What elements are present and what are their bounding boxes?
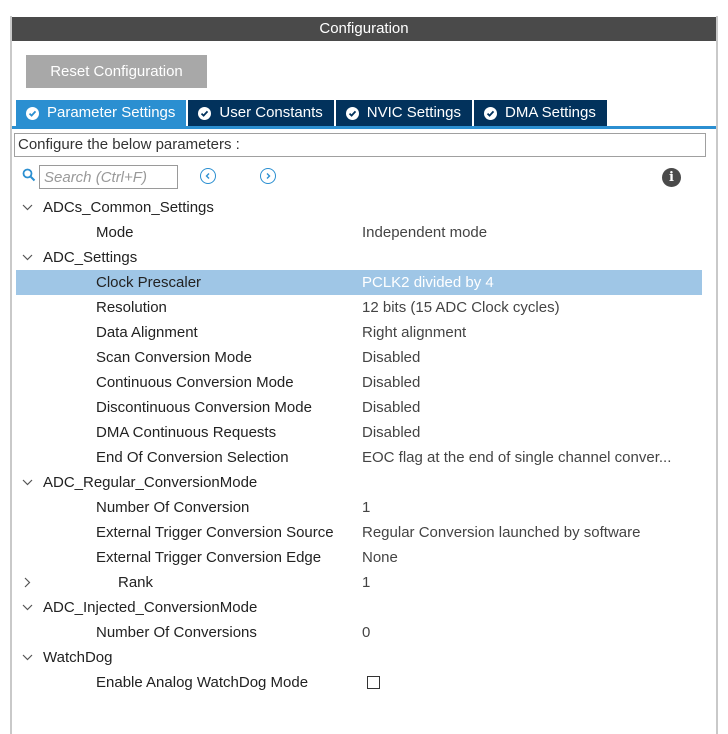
tab-user-constants[interactable]: User Constants [188,100,334,126]
param-row-clock-prescaler[interactable]: Clock Prescaler PCLK2 divided by 4 [16,270,702,295]
group-label: ADC_Injected_ConversionMode [43,599,258,616]
tab-underline [12,126,716,129]
param-name: Number Of Conversion [96,499,250,516]
check-circle-icon [26,106,39,120]
chevron-down-icon[interactable] [20,245,34,270]
param-name: Scan Conversion Mode [96,349,252,366]
info-icon[interactable]: i [662,168,681,187]
param-value[interactable]: Regular Conversion launched by software [362,520,641,545]
chevron-left-circle-icon[interactable] [200,168,216,184]
chevron-down-icon[interactable] [20,645,34,670]
description-field: Configure the below parameters : [14,133,706,157]
param-name: Discontinuous Conversion Mode [96,399,312,416]
group-row-adc-regular-conversionmode[interactable]: ADC_Regular_ConversionMode [16,470,702,495]
param-row-number-of-conversion[interactable]: Number Of Conversion 1 [16,495,702,520]
check-circle-icon [198,106,212,120]
param-name: Data Alignment [96,324,198,341]
group-row-watchdog[interactable]: WatchDog [16,645,702,670]
tab-label: DMA Settings [505,104,596,121]
panel-title: Configuration [12,17,716,41]
param-row-rank[interactable]: Rank 1 [16,570,702,595]
param-value[interactable]: Disabled [362,420,420,445]
group-row-adcs-common-settings[interactable]: ADCs_Common_Settings [16,195,702,220]
param-row-discontinuous-conversion-mode[interactable]: Discontinuous Conversion Mode Disabled [16,395,702,420]
search-icon[interactable] [22,168,36,187]
group-label: ADC_Settings [43,249,138,266]
param-value[interactable]: 1 [362,570,370,595]
tab-nvic-settings[interactable]: NVIC Settings [335,100,472,126]
tab-label: NVIC Settings [366,104,461,121]
param-value[interactable]: 1 [362,495,370,520]
param-value[interactable]: Disabled [362,345,420,370]
search-input[interactable] [39,165,178,189]
check-circle-icon [345,106,359,120]
group-label: WatchDog [43,649,113,666]
chevron-down-icon[interactable] [20,470,34,495]
chevron-right-circle-icon[interactable] [260,168,276,184]
param-name: External Trigger Conversion Edge [96,549,322,566]
param-row-number-of-conversions[interactable]: Number Of Conversions 0 [16,620,702,645]
param-name: DMA Continuous Requests [96,424,277,441]
chevron-right-icon[interactable] [20,570,34,595]
param-value[interactable]: PCLK2 divided by 4 [362,270,494,295]
param-name: Continuous Conversion Mode [96,374,294,391]
tab-label: Parameter Settings [47,104,176,121]
param-row-data-alignment[interactable]: Data Alignment Right alignment [16,320,702,345]
chevron-down-icon[interactable] [20,595,34,620]
param-row-dma-continuous-requests[interactable]: DMA Continuous Requests Disabled [16,420,702,445]
chevron-down-icon[interactable] [20,195,34,220]
param-name: Rank [118,574,154,591]
param-name: Clock Prescaler [96,274,202,291]
group-label: ADC_Regular_ConversionMode [43,474,258,491]
param-row-external-trigger-conversion-source[interactable]: External Trigger Conversion Source Regul… [16,520,702,545]
param-row-scan-conversion-mode[interactable]: Scan Conversion Mode Disabled [16,345,702,370]
group-label: ADCs_Common_Settings [43,199,214,216]
group-row-adc-settings[interactable]: ADC_Settings [16,245,702,270]
param-value[interactable]: None [362,545,398,570]
param-value[interactable]: Disabled [362,395,420,420]
param-row-enable-analog-watchdog-mode[interactable]: Enable Analog WatchDog Mode [16,670,702,695]
param-row-mode[interactable]: Mode Independent mode [16,220,702,245]
param-name: Enable Analog WatchDog Mode [96,674,309,691]
param-value[interactable]: EOC flag at the end of single channel co… [362,445,671,470]
param-row-end-of-conversion-selection[interactable]: End Of Conversion Selection EOC flag at … [16,445,702,470]
tab-parameter-settings[interactable]: Parameter Settings [16,100,187,126]
analog-watchdog-checkbox[interactable] [367,676,380,689]
param-value[interactable]: Disabled [362,370,420,395]
param-name: Mode [96,224,134,241]
parameter-tree: ADCs_Common_Settings Mode Independent mo… [16,195,702,695]
param-value[interactable]: 0 [362,620,370,645]
param-value[interactable]: 12 bits (15 ADC Clock cycles) [362,295,560,320]
tab-bar: Parameter Settings User Constants NVIC S… [16,100,609,126]
param-value[interactable]: Independent mode [362,220,487,245]
reset-configuration-button[interactable]: Reset Configuration [26,55,207,88]
tab-label: User Constants [219,104,323,121]
param-name: Number Of Conversions [96,624,257,641]
param-row-resolution[interactable]: Resolution 12 bits (15 ADC Clock cycles) [16,295,702,320]
param-value[interactable]: Right alignment [362,320,466,345]
param-row-continuous-conversion-mode[interactable]: Continuous Conversion Mode Disabled [16,370,702,395]
check-circle-icon [484,106,497,120]
param-row-external-trigger-conversion-edge[interactable]: External Trigger Conversion Edge None [16,545,702,570]
tab-dma-settings[interactable]: DMA Settings [474,100,607,126]
param-name: Resolution [96,299,167,316]
group-row-adc-injected-conversionmode[interactable]: ADC_Injected_ConversionMode [16,595,702,620]
param-name: End Of Conversion Selection [96,449,289,466]
param-name: External Trigger Conversion Source [96,524,334,541]
